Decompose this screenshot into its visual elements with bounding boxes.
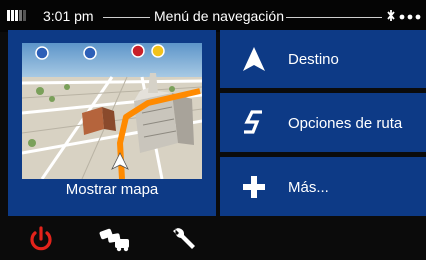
status-bar: 3:01 pm Menú de navegación	[0, 0, 426, 32]
wrench-icon[interactable]	[170, 225, 200, 253]
power-icon[interactable]	[26, 225, 56, 253]
navigation-arrow-icon	[243, 47, 265, 71]
clock: 3:01 pm	[43, 8, 94, 24]
status-divider-left	[103, 17, 150, 18]
show-map-button[interactable]: Mostrar mapa	[8, 30, 216, 216]
plus-icon	[243, 176, 265, 198]
destination-button[interactable]: Destino	[220, 30, 426, 88]
more-label: Más...	[288, 179, 329, 196]
route-options-label: Opciones de ruta	[288, 115, 403, 132]
destination-label: Destino	[288, 51, 339, 68]
route-options-button[interactable]: Opciones de ruta	[220, 93, 426, 152]
battery-icon	[7, 10, 26, 21]
show-map-label: Mostrar mapa	[65, 181, 159, 198]
status-divider-right	[286, 17, 382, 18]
map-preview	[22, 43, 202, 179]
more-button[interactable]: Más...	[220, 157, 426, 216]
traffic-icon[interactable]	[98, 225, 132, 253]
route-s-icon	[244, 110, 262, 134]
page-title: Menú de navegación	[154, 8, 284, 24]
gps-signal-icon	[387, 10, 421, 21]
bottom-toolbar	[0, 218, 426, 260]
